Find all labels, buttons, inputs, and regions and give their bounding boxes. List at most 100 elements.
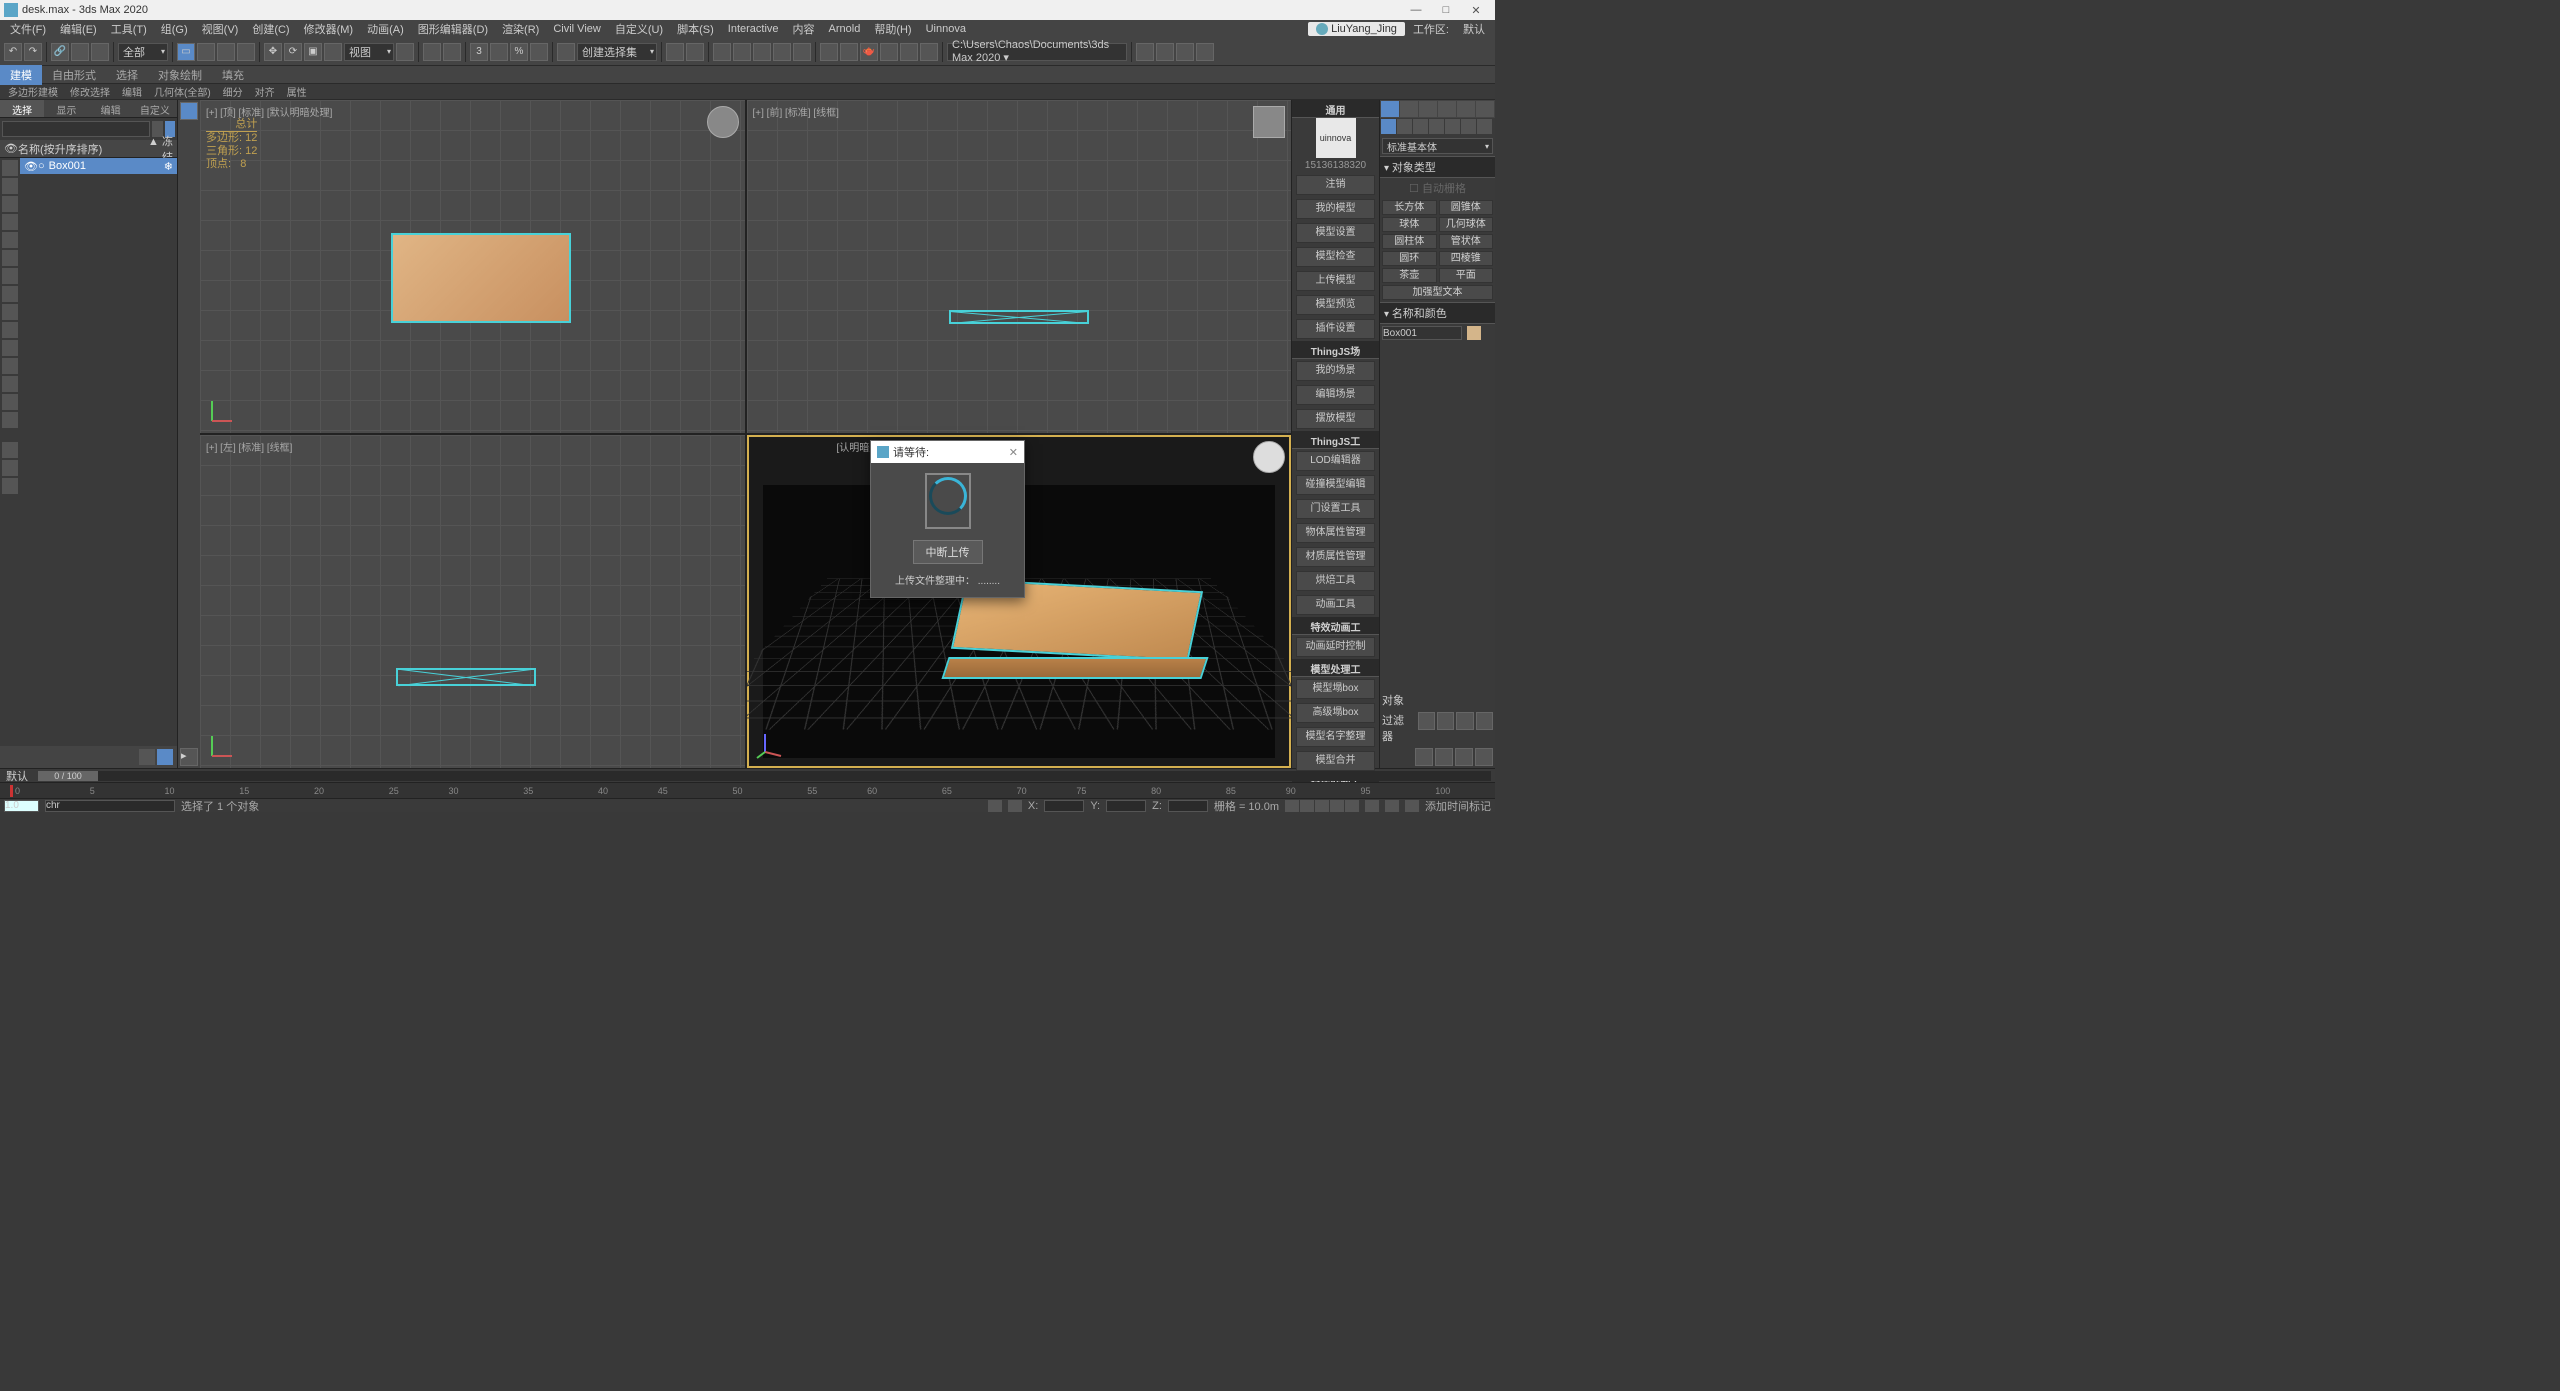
modify-tab-icon[interactable] xyxy=(1400,101,1418,117)
viewport-left[interactable]: [+] [左] [标准] [线框] xyxy=(200,435,745,768)
object-box-front[interactable] xyxy=(949,310,1089,324)
filter-extra2-icon[interactable] xyxy=(2,460,18,476)
btn-collapse-box[interactable]: 模型塌box xyxy=(1296,679,1375,699)
menu-grapheditors[interactable]: 图形编辑器(D) xyxy=(412,21,494,37)
lights-cat-icon[interactable] xyxy=(1413,119,1428,134)
utilities-tab-icon[interactable] xyxy=(1476,101,1494,117)
viewport-front[interactable]: [+] [前] [标准] [线框] xyxy=(747,100,1292,433)
menu-animation[interactable]: 动画(A) xyxy=(361,21,410,37)
filter-lights-icon[interactable] xyxy=(2,196,18,212)
key-mode-icon[interactable] xyxy=(1365,800,1379,812)
nav-btn1-icon[interactable] xyxy=(1418,712,1435,730)
ribbon-tab-populate[interactable]: 填充 xyxy=(212,65,254,85)
btn-lod[interactable]: LOD编辑器 xyxy=(1296,451,1375,471)
save-button[interactable] xyxy=(1176,43,1194,61)
filter-spacewarps-icon[interactable] xyxy=(2,250,18,266)
btn-my-models[interactable]: 我的模型 xyxy=(1296,199,1375,219)
project-path[interactable]: C:\Users\Chaos\Documents\3ds Max 2020 ▾ xyxy=(947,43,1127,61)
filter-xrefs-icon[interactable] xyxy=(2,286,18,302)
btn-my-scene[interactable]: 我的场景 xyxy=(1296,361,1375,381)
menu-help[interactable]: 帮助(H) xyxy=(868,21,917,37)
menu-customize[interactable]: 自定义(U) xyxy=(609,21,669,37)
goto-start-icon[interactable] xyxy=(1285,800,1299,812)
z-input[interactable] xyxy=(1168,800,1208,812)
btn-logout[interactable]: 注销 xyxy=(1296,175,1375,195)
se-tab-edit[interactable]: 编辑 xyxy=(89,100,133,117)
lock-icon[interactable] xyxy=(988,800,1002,812)
object-box-left[interactable] xyxy=(396,668,536,686)
viewcube[interactable] xyxy=(1253,106,1285,138)
filter-invert-icon[interactable] xyxy=(2,412,18,428)
timemark-label[interactable]: 添加时间标记 xyxy=(1425,798,1491,814)
filter-frozen-icon[interactable] xyxy=(2,340,18,356)
time-handle[interactable]: 0 / 100 xyxy=(38,771,98,781)
btn-name-clean[interactable]: 模型名字整理 xyxy=(1296,727,1375,747)
create-tab-icon[interactable] xyxy=(1381,101,1399,117)
move-button[interactable]: ✥ xyxy=(264,43,282,61)
prim-textplus[interactable]: 加强型文本 xyxy=(1382,285,1493,300)
ribbon-tab-freeform[interactable]: 自由形式 xyxy=(42,65,106,85)
nav-btn4-icon[interactable] xyxy=(1476,712,1493,730)
menu-tools[interactable]: 工具(T) xyxy=(105,21,153,37)
prev-frame-icon[interactable] xyxy=(1300,800,1314,812)
render-setup-button[interactable] xyxy=(820,43,838,61)
ribbon-properties[interactable]: 属性 xyxy=(281,84,313,99)
edit-selset-button[interactable] xyxy=(557,43,575,61)
menu-interactive[interactable]: Interactive xyxy=(722,23,785,35)
close-button[interactable]: ✕ xyxy=(1461,1,1491,19)
ribbon-tab-objectpaint[interactable]: 对象绘制 xyxy=(148,65,212,85)
ribbon-modifyselection[interactable]: 修改选择 xyxy=(64,84,116,99)
btn-anim[interactable]: 动画工具 xyxy=(1296,595,1375,615)
geometry-cat-icon[interactable] xyxy=(1381,119,1396,134)
scene-filter-input[interactable] xyxy=(2,121,150,137)
maximize-button[interactable]: □ xyxy=(1431,1,1461,19)
btn-merge[interactable]: 模型合并 xyxy=(1296,751,1375,771)
rollout-objecttype[interactable]: ▾ 对象类型 xyxy=(1380,156,1495,178)
maxscript-input[interactable] xyxy=(45,800,175,812)
menu-content[interactable]: 内容 xyxy=(787,21,821,37)
vp-expand-icon[interactable]: ▸ xyxy=(180,748,198,766)
autoback-button[interactable] xyxy=(1156,43,1174,61)
nav-btn2-icon[interactable] xyxy=(1437,712,1454,730)
se-tab-display[interactable]: 显示 xyxy=(44,100,88,117)
prim-tube[interactable]: 管状体 xyxy=(1439,234,1494,249)
layer-explorer-button[interactable] xyxy=(713,43,731,61)
viewcube[interactable] xyxy=(707,106,739,138)
display-tab-icon[interactable] xyxy=(1457,101,1475,117)
menu-edit[interactable]: 编辑(E) xyxy=(54,21,103,37)
isolate-icon[interactable] xyxy=(1405,800,1419,812)
ribbon-geometry[interactable]: 几何体(全部) xyxy=(148,84,217,99)
link-button[interactable]: 🔗 xyxy=(51,43,69,61)
select-region-button[interactable] xyxy=(217,43,235,61)
viewport-top[interactable]: [+] [顶] [标准] [默认明暗处理] 总计 多边形: 12 三角形: 12… xyxy=(200,100,745,433)
vp-layout-4-icon[interactable] xyxy=(180,102,198,120)
time-slider[interactable]: 默认 0 / 100 xyxy=(0,768,1495,782)
placement-button[interactable] xyxy=(324,43,342,61)
schematic-button[interactable] xyxy=(773,43,791,61)
set-project-button[interactable] xyxy=(1136,43,1154,61)
viewcube[interactable] xyxy=(1253,441,1285,473)
vp-label[interactable]: [+] [顶] [标准] [默认明暗处理] xyxy=(206,104,332,119)
menu-modifiers[interactable]: 修改器(M) xyxy=(298,21,360,37)
btn-adv-collapse[interactable]: 高级塌box xyxy=(1296,703,1375,723)
rotate-button[interactable]: ⟳ xyxy=(284,43,302,61)
nav-btn8-icon[interactable] xyxy=(1475,748,1493,766)
btn-place-model[interactable]: 摆放模型 xyxy=(1296,409,1375,429)
timeline-ruler[interactable]: 0 5 10 15 20 25 30 35 40 45 50 55 60 65 … xyxy=(0,782,1495,798)
x-input[interactable] xyxy=(1044,800,1084,812)
vp-label[interactable]: [+] [左] [标准] [线框] xyxy=(206,439,292,454)
user-badge[interactable]: LiuYang_Jing xyxy=(1308,22,1405,36)
filter-containers-icon[interactable] xyxy=(2,322,18,338)
nav-btn6-icon[interactable] xyxy=(1435,748,1453,766)
named-selset-dropdown[interactable]: 创建选择集 xyxy=(577,43,657,61)
ribbon-subdivision[interactable]: 细分 xyxy=(217,84,249,99)
scale-button[interactable]: ▣ xyxy=(304,43,322,61)
btn-model-check[interactable]: 模型检查 xyxy=(1296,247,1375,267)
filter-all-icon[interactable] xyxy=(2,376,18,392)
btn-model-settings[interactable]: 模型设置 xyxy=(1296,223,1375,243)
cameras-cat-icon[interactable] xyxy=(1429,119,1444,134)
menu-scripting[interactable]: 脚本(S) xyxy=(671,21,720,37)
helpers-cat-icon[interactable] xyxy=(1445,119,1460,134)
render-iterative-button[interactable] xyxy=(880,43,898,61)
nav-btn5-icon[interactable] xyxy=(1415,748,1433,766)
